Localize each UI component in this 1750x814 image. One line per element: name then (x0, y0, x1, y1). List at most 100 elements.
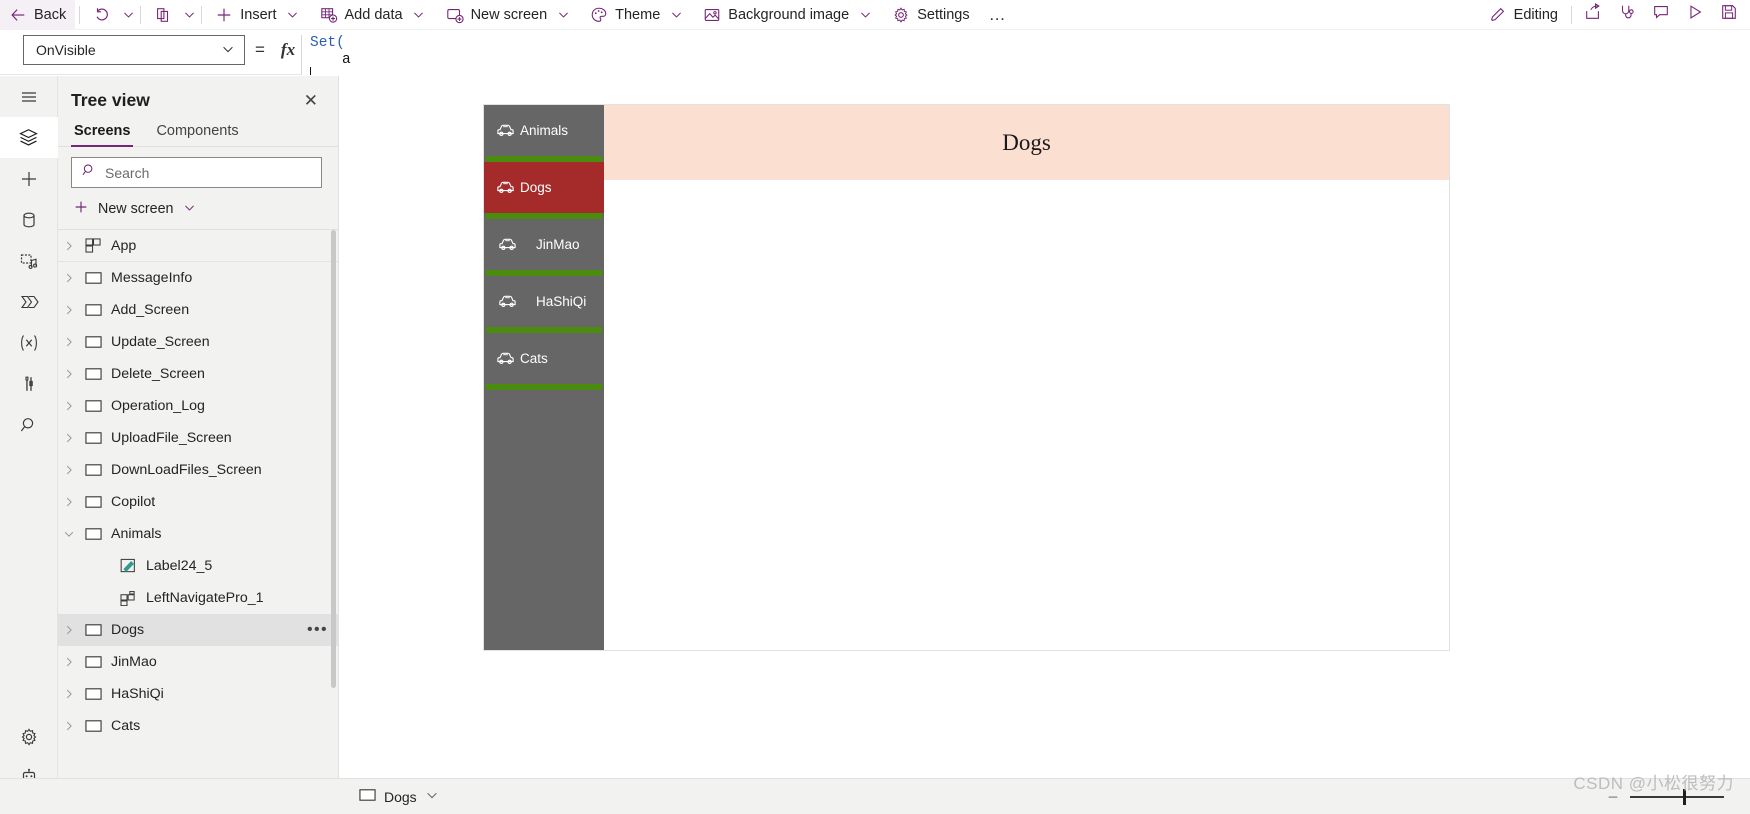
screen-icon (80, 655, 106, 669)
app-left-navigation: Animals Dogs JinMao HaShiQi Cats (484, 105, 604, 650)
tree-item-copilot[interactable]: Copilot (58, 486, 338, 518)
status-screen-selector[interactable]: Dogs (339, 788, 439, 805)
paste-chevron-down-icon[interactable] (181, 0, 197, 30)
nav-item-dogs[interactable]: Dogs (484, 162, 604, 213)
chevron-right-icon[interactable] (58, 464, 80, 476)
tab-components[interactable]: Components (153, 117, 241, 146)
sidebar-item-media[interactable] (0, 240, 58, 281)
tree-item-animals[interactable]: Animals (58, 518, 338, 550)
tree-item-messageinfo[interactable]: MessageInfo (58, 262, 338, 294)
zoom-out-button[interactable]: − (1606, 788, 1620, 806)
tree-item-hashiqi[interactable]: HaShiQi (58, 678, 338, 710)
formula-input[interactable]: Set( a (301, 35, 1750, 75)
close-icon[interactable]: ✕ (300, 91, 322, 111)
zoom-slider-handle[interactable] (1683, 788, 1686, 805)
rail-settings-icon[interactable] (0, 716, 58, 757)
tree-scroll-container[interactable]: App MessageInfo Add_Screen Update_Screen Del… (58, 229, 338, 814)
zoom-slider[interactable] (1630, 788, 1724, 805)
chevron-right-icon[interactable] (58, 400, 80, 412)
new-screen-button[interactable]: New screen (58, 188, 338, 229)
sidebar-item-insert[interactable] (0, 158, 58, 199)
formula-line-2-text: a (342, 52, 351, 68)
divider (140, 5, 142, 24)
tree-list: App MessageInfo Add_Screen Update_Screen Del… (58, 230, 338, 742)
tree-scrollbar[interactable] (331, 230, 336, 688)
tree-item-delete-screen[interactable]: Delete_Screen (58, 358, 338, 390)
app-checker-button[interactable] (1610, 0, 1644, 30)
nav-item-hashiqi[interactable]: HaShiQi (484, 276, 604, 327)
tree-item-dogs[interactable]: Dogs ••• (58, 614, 338, 646)
save-button[interactable] (1712, 0, 1746, 30)
add-data-button[interactable]: Add data (311, 0, 437, 30)
tree-item-jinmao[interactable]: JinMao (58, 646, 338, 678)
chevron-down-icon (221, 42, 235, 59)
label-icon (115, 558, 141, 574)
tree-item-update-screen[interactable]: Update_Screen (58, 326, 338, 358)
undo-button[interactable] (84, 0, 120, 30)
tree-item-add-screen[interactable]: Add_Screen (58, 294, 338, 326)
property-dropdown[interactable]: OnVisible (23, 35, 245, 65)
formula-line-2: a (310, 52, 1750, 75)
nav-item-cats[interactable]: Cats (484, 333, 604, 384)
chevron-right-icon[interactable] (58, 336, 80, 348)
settings-button[interactable]: Settings (883, 0, 978, 30)
tree-item-cats[interactable]: Cats (58, 710, 338, 742)
tree-item-uploadfile-screen[interactable]: UploadFile_Screen (58, 422, 338, 454)
new-screen-label: New screen (470, 6, 548, 23)
chevron-right-icon[interactable] (58, 432, 80, 444)
chevron-right-icon[interactable] (58, 496, 80, 508)
share-button[interactable] (1576, 0, 1610, 30)
comments-button[interactable] (1644, 0, 1678, 30)
chevron-right-icon[interactable] (58, 368, 80, 380)
app-screen-canvas[interactable]: Animals Dogs JinMao HaShiQi Cats Dogs (484, 105, 1449, 650)
chevron-down-icon[interactable] (58, 528, 80, 540)
tree-item-leftnavigatepro-1[interactable]: LeftNavigatePro_1 (58, 582, 338, 614)
chevron-down-icon (667, 6, 685, 24)
insert-button[interactable]: Insert (206, 0, 310, 30)
chevron-down-icon (284, 6, 302, 24)
search-input[interactable]: Search (71, 157, 322, 188)
chevron-right-icon[interactable] (58, 272, 80, 284)
menu-icon[interactable] (0, 76, 58, 117)
plus-icon (215, 6, 233, 24)
nav-item-jinmao[interactable]: JinMao (484, 219, 604, 270)
sidebar-item-tree-view[interactable] (0, 117, 58, 158)
tree-item-label: Delete_Screen (111, 366, 205, 382)
car-icon (492, 237, 522, 252)
overflow-menu-button[interactable]: … (979, 6, 1017, 23)
divider (201, 5, 203, 24)
row-more-button[interactable]: ••• (307, 622, 328, 638)
editing-mode-button[interactable]: Editing (1480, 0, 1567, 30)
paste-button[interactable] (145, 0, 181, 30)
back-button[interactable]: Back (0, 0, 76, 30)
tree-item-downloadfiles-screen[interactable]: DownLoadFiles_Screen (58, 454, 338, 486)
tree-item-label: Animals (111, 526, 162, 542)
theme-button[interactable]: Theme (581, 0, 694, 30)
chevron-right-icon[interactable] (58, 656, 80, 668)
screen-icon (80, 623, 106, 637)
tab-screens[interactable]: Screens (71, 117, 134, 147)
sidebar-item-data[interactable] (0, 199, 58, 240)
divider (1571, 5, 1572, 24)
sidebar-item-search[interactable] (0, 404, 58, 445)
insert-label: Insert (240, 6, 277, 23)
sidebar-item-variables[interactable] (0, 322, 58, 363)
background-image-button[interactable]: Background image (694, 0, 883, 30)
nav-item-animals[interactable]: Animals (484, 105, 604, 156)
chevron-right-icon[interactable] (58, 624, 80, 636)
chevron-down-icon (554, 6, 572, 24)
sidebar-item-power-automate[interactable] (0, 281, 58, 322)
preview-button[interactable] (1678, 0, 1712, 30)
canvas-area: Animals Dogs JinMao HaShiQi Cats Dogs (339, 76, 1750, 778)
tree-item-operation-log[interactable]: Operation_Log (58, 390, 338, 422)
gear-icon (892, 6, 910, 24)
chevron-right-icon[interactable] (58, 688, 80, 700)
tree-item-app[interactable]: App (58, 230, 338, 262)
chevron-right-icon[interactable] (58, 720, 80, 732)
chevron-right-icon[interactable] (58, 240, 80, 252)
tree-item-label24-5[interactable]: Label24_5 (58, 550, 338, 582)
new-screen-button[interactable]: New screen (437, 0, 582, 30)
chevron-right-icon[interactable] (58, 304, 80, 316)
undo-chevron-down-icon[interactable] (120, 0, 136, 30)
sidebar-item-app-checker[interactable] (0, 363, 58, 404)
